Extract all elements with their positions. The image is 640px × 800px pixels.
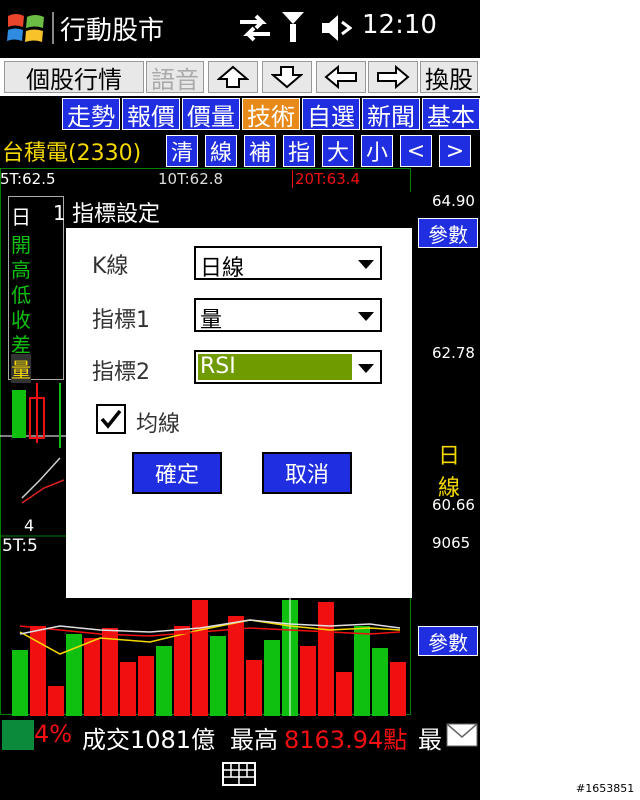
volume-value: 9065 (432, 534, 471, 552)
indicator1-select-value: 量 (200, 308, 223, 333)
change-stock-button[interactable]: 換股 (420, 61, 478, 94)
param-button-bottom[interactable]: 參數 (418, 626, 478, 656)
tab-news[interactable]: 新聞 (362, 98, 420, 131)
market-status-icon (2, 720, 34, 750)
title-divider (52, 12, 54, 44)
phone-screen: 行動股市 12:10 個股行情 語音 換股 走勢 報價 價量 技術 自選 新聞 … (0, 0, 480, 800)
zoom-out-button[interactable]: 小 (361, 135, 393, 167)
arrow-left-button[interactable] (316, 61, 366, 93)
next-button[interactable]: > (439, 135, 471, 167)
watermark: #1653851 (576, 782, 635, 795)
tab-quote[interactable]: 報價 (122, 98, 180, 131)
chevron-down-icon (358, 364, 374, 373)
left-count: 4 (24, 516, 35, 535)
ohlc-volume-label: 量 (11, 354, 31, 383)
legend-20t: 20T:63.4 (292, 170, 360, 188)
arrow-down-button[interactable] (262, 61, 312, 93)
chevron-down-icon (358, 260, 374, 269)
ticker-high-label: 最高 (230, 726, 278, 754)
tab-technical[interactable]: 技術 (242, 98, 300, 131)
legend-row-top: 5T:62.5 (0, 170, 120, 192)
volume-chart (12, 590, 406, 716)
status-ticker: 4% 成交1081億 最高 8163.94點 最 (0, 718, 480, 754)
arrow-down-icon (271, 66, 303, 89)
tab-fundamental[interactable]: 基本 (422, 98, 480, 131)
price-mid: 62.78 (432, 344, 475, 362)
arrow-right-button[interactable] (368, 61, 418, 93)
app-title: 行動股市 (60, 16, 165, 46)
line-button[interactable]: 線 (205, 135, 237, 167)
toolbar: 個股行情 語音 換股 (0, 58, 480, 96)
legend-ma5-top: 5T:62.5 (0, 170, 56, 188)
legend-10t: 10T:62.8 (158, 170, 224, 188)
indicator2-select[interactable]: RSI (194, 350, 382, 384)
zoom-in-button[interactable]: 大 (322, 135, 354, 167)
volume-bars (12, 600, 406, 716)
kline-field-label: K線 (92, 254, 129, 279)
data-sync-icon (240, 14, 270, 42)
ok-button[interactable]: 確定 (132, 452, 222, 494)
kline-label: 日線 (438, 444, 461, 501)
indicator2-field-label: 指標2 (92, 360, 150, 385)
title-bar: 行動股市 12:10 (0, 0, 480, 56)
indicator1-field-label: 指標1 (92, 308, 150, 333)
kline-select[interactable]: 日線 (194, 246, 382, 281)
price-top: 64.90 (432, 192, 475, 210)
indicator-button[interactable]: 指 (283, 135, 315, 167)
price-low: 60.66 (432, 496, 475, 514)
kline-select-value: 日線 (200, 256, 245, 281)
arrow-right-icon (377, 65, 410, 89)
stock-name: 台積電(2330) (2, 141, 142, 166)
indicator-settings-dialog: K線 日線 指標1 量 指標2 RSI 均線 確定 取消 (66, 228, 412, 598)
signal-icon (282, 12, 304, 42)
checkmark-icon (100, 409, 122, 429)
arrow-left-icon (324, 65, 357, 89)
mail-icon[interactable] (446, 722, 478, 748)
legend-ma5-bottom: 5T:5 (2, 536, 38, 556)
arrow-up-icon (217, 65, 249, 88)
keyboard-icon[interactable] (222, 762, 256, 786)
param-button-top[interactable]: 參數 (418, 218, 478, 248)
soft-key-bar (0, 754, 480, 800)
dialog-title: 指標設定 (72, 202, 161, 227)
ma-checkbox[interactable] (96, 404, 126, 434)
tab-watchlist[interactable]: 自選 (302, 98, 360, 131)
ohlc-day-label: 日 (11, 205, 31, 229)
stock-quote-button[interactable]: 個股行情 (4, 61, 144, 94)
ohlc-day-value: 1 (53, 201, 66, 225)
arrow-up-button[interactable] (208, 61, 258, 93)
clock: 12:10 (362, 10, 437, 40)
ticker-tail: 最 (418, 726, 442, 754)
tab-price-volume[interactable]: 價量 (182, 98, 240, 131)
prev-button[interactable]: < (400, 135, 432, 167)
clear-button[interactable]: 清 (166, 135, 198, 167)
cancel-button[interactable]: 取消 (262, 452, 352, 494)
ma-checkbox-label: 均線 (136, 412, 181, 437)
ticker-high-value: 8163.94點 (284, 726, 408, 754)
ticker-percent: 4% (34, 720, 73, 748)
indicator1-select[interactable]: 量 (194, 298, 382, 333)
ticker-volume: 成交1081億 (82, 726, 216, 754)
fill-button[interactable]: 補 (244, 135, 276, 167)
chevron-down-icon (358, 312, 374, 321)
ohlc-panel: 日 1 開 高 低 收 差 量 (8, 196, 66, 383)
indicator2-select-value: RSI (200, 354, 236, 379)
speaker-muted-icon[interactable] (320, 12, 352, 44)
voice-button[interactable]: 語音 (146, 61, 204, 94)
tab-trend[interactable]: 走勢 (62, 98, 120, 131)
windows-start-icon[interactable] (6, 10, 46, 46)
